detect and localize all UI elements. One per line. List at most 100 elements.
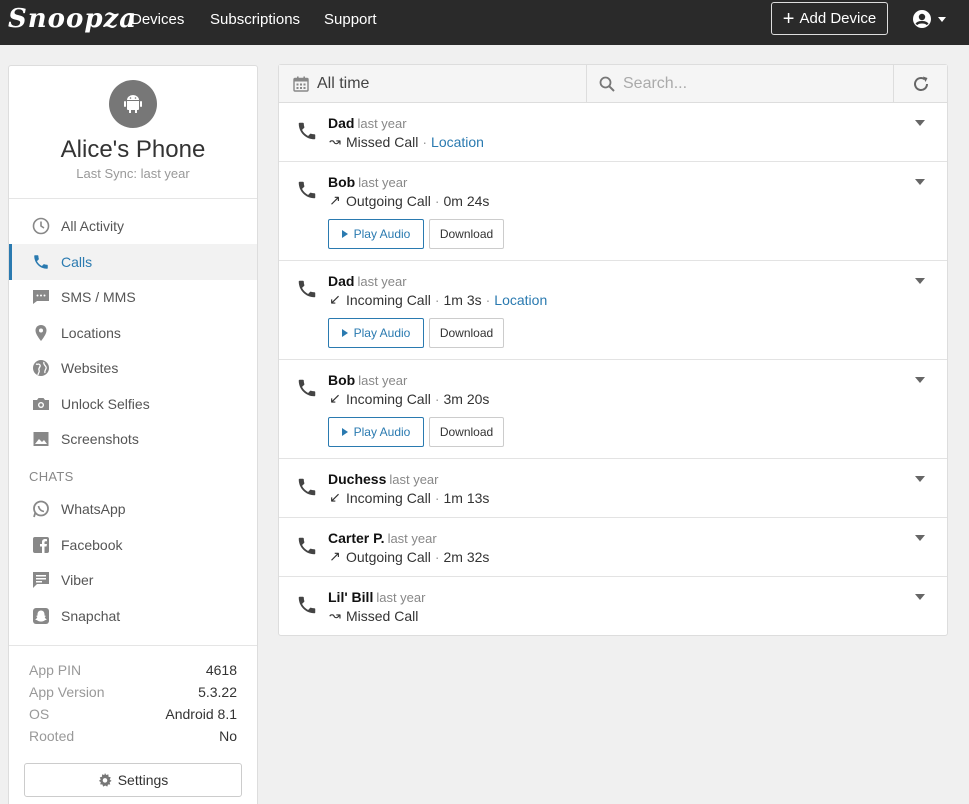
sidebar-item-label: Unlock Selfies — [61, 396, 150, 412]
contact-name: Bob — [328, 372, 356, 388]
chevron-down-icon[interactable] — [915, 278, 925, 284]
nav-support-link[interactable]: Support — [324, 11, 377, 28]
calls-toolbar: All time — [279, 65, 947, 103]
incoming-call-icon: ↙ — [329, 291, 341, 307]
sms-icon — [31, 287, 51, 307]
sidebar-item-locations[interactable]: Locations — [9, 315, 257, 351]
facebook-icon — [31, 535, 51, 555]
contact-name: Lil' Bill — [328, 589, 374, 605]
sidebar-item-facebook[interactable]: Facebook — [9, 527, 257, 563]
call-row[interactable]: Carter P. last year ↗ Outgoing Call · 2m … — [279, 518, 947, 577]
separator-dot: · — [485, 291, 491, 308]
sidebar-item-unlock-selfies[interactable]: Unlock Selfies — [9, 386, 257, 422]
info-value: 4618 — [205, 662, 237, 678]
info-value: Android 8.1 — [165, 706, 237, 722]
call-contact: Duchess last year — [328, 471, 439, 487]
image-icon — [31, 429, 51, 449]
date-range-picker[interactable]: All time — [279, 65, 587, 102]
contact-name: Duchess — [328, 471, 387, 487]
chevron-down-icon[interactable] — [915, 594, 925, 600]
sidebar-item-viber[interactable]: Viber — [9, 562, 257, 598]
separator-dot: · — [434, 291, 440, 308]
nav-devices-link[interactable]: Devices — [131, 11, 184, 28]
user-menu[interactable] — [912, 9, 946, 29]
location-link[interactable]: Location — [431, 134, 484, 150]
gear-icon — [98, 773, 112, 787]
sidebar-item-sms-mms[interactable]: SMS / MMS — [9, 279, 257, 315]
sidebar-item-label: All Activity — [61, 218, 125, 234]
outgoing-call-icon: ↗ — [329, 548, 341, 564]
chevron-down-icon[interactable] — [915, 535, 925, 541]
nav-subscriptions-link[interactable]: Subscriptions — [210, 11, 300, 28]
call-type: Incoming Call — [346, 390, 431, 407]
plus-icon: + — [782, 7, 795, 30]
add-device-label: Add Device — [799, 10, 877, 27]
call-duration: 0m 24s — [443, 192, 490, 209]
sidebar-item-calls[interactable]: Calls — [9, 244, 257, 280]
call-row[interactable]: Lil' Bill last year ↝ Missed Call — [279, 577, 947, 635]
play-audio-label: Play Audio — [353, 326, 411, 340]
sidebar-item-all-activity[interactable]: All Activity — [9, 208, 257, 244]
info-app-pin: App PIN 4618 — [29, 662, 237, 678]
play-icon — [341, 329, 348, 337]
info-app-version: App Version 5.3.22 — [29, 684, 237, 700]
download-button[interactable]: Download — [429, 219, 504, 249]
logo[interactable]: Snoopza — [8, 4, 137, 34]
chevron-down-icon[interactable] — [915, 476, 925, 482]
sidebar-item-label: Locations — [61, 325, 121, 341]
settings-label: Settings — [117, 772, 169, 788]
sidebar-item-label: Snapchat — [61, 608, 121, 624]
call-row[interactable]: Duchess last year ↙ Incoming Call · 1m 13… — [279, 459, 947, 518]
chevron-down-icon[interactable] — [915, 377, 925, 383]
device-name: Alice's Phone — [60, 136, 206, 163]
sidebar-item-label: Websites — [61, 360, 119, 376]
missed-call-icon: ↝ — [329, 133, 341, 149]
refresh-button[interactable] — [894, 65, 947, 102]
call-detail: ↝ Missed Call — [328, 607, 418, 624]
call-time: last year — [357, 116, 407, 131]
chevron-down-icon — [938, 16, 946, 22]
call-type: Outgoing Call — [346, 192, 431, 209]
play-audio-button[interactable]: Play Audio — [328, 318, 424, 348]
call-row[interactable]: Dad last year ↙ Incoming Call · 1m 3s · L… — [279, 261, 947, 360]
call-row[interactable]: Bob last year ↙ Incoming Call · 3m 20s Pl… — [279, 360, 947, 459]
call-row[interactable]: Bob last year ↗ Outgoing Call · 0m 24s Pl… — [279, 162, 947, 261]
phone-icon — [298, 280, 316, 298]
phone-icon — [298, 181, 316, 199]
clock-icon — [31, 216, 51, 236]
info-key: App PIN — [29, 662, 82, 678]
chevron-down-icon[interactable] — [915, 179, 925, 185]
settings-button[interactable]: Settings — [24, 763, 242, 797]
sidebar-item-screenshots[interactable]: Screenshots — [9, 421, 257, 457]
download-button[interactable]: Download — [429, 417, 504, 447]
play-audio-label: Play Audio — [353, 425, 411, 439]
sidebar: Alice's Phone Last Sync: last year All A… — [8, 65, 258, 804]
user-circle-icon — [913, 10, 931, 28]
call-duration: 1m 3s — [443, 291, 482, 308]
search-input[interactable] — [623, 74, 883, 93]
sidebar-item-whatsapp[interactable]: WhatsApp — [9, 491, 257, 527]
call-time: last year — [358, 373, 408, 388]
missed-call-icon: ↝ — [329, 607, 341, 623]
add-device-button[interactable]: + Add Device — [771, 2, 888, 35]
calendar-icon — [293, 76, 309, 92]
chevron-down-icon[interactable] — [915, 120, 925, 126]
location-link[interactable]: Location — [494, 292, 547, 308]
sidebar-item-websites[interactable]: Websites — [9, 350, 257, 386]
sidebar-item-label: WhatsApp — [61, 501, 126, 517]
info-key: OS — [29, 706, 50, 722]
play-audio-button[interactable]: Play Audio — [328, 219, 424, 249]
play-audio-button[interactable]: Play Audio — [328, 417, 424, 447]
call-row[interactable]: Dad last year ↝ Missed Call · Location — [279, 103, 947, 162]
call-type: Incoming Call — [346, 489, 431, 506]
sidebar-item-snapchat[interactable]: Snapchat — [9, 598, 257, 634]
play-icon — [341, 230, 348, 238]
call-detail: ↙ Incoming Call · 1m 13s — [328, 489, 489, 506]
download-button[interactable]: Download — [429, 318, 504, 348]
refresh-icon — [913, 76, 928, 91]
snapchat-icon — [31, 606, 51, 626]
call-time: last year — [358, 175, 408, 190]
separator-dot: · — [434, 390, 440, 407]
viber-icon — [31, 570, 51, 590]
phone-icon — [298, 596, 316, 614]
